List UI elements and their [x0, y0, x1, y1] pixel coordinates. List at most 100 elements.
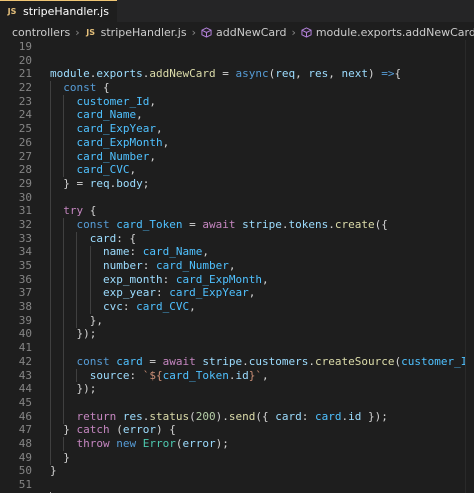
code-text: const { — [50, 81, 110, 95]
code-token: card_ExpYear — [76, 122, 156, 136]
line-number: 35 — [18, 259, 32, 272]
code-token: ({ — [255, 409, 276, 423]
code-line[interactable]: 30 — [0, 191, 474, 205]
code-line[interactable]: 23 customer_Id, — [0, 95, 474, 109]
code-line[interactable]: 49 } — [0, 451, 474, 465]
method-cube-icon — [301, 26, 312, 38]
code-line[interactable]: 44 }); — [0, 382, 474, 396]
code-token: = — [215, 67, 236, 81]
code-token: res — [122, 409, 143, 423]
code-token: ( — [109, 423, 123, 437]
code-line[interactable]: 33 card: { — [0, 232, 474, 246]
code-token: tokens — [288, 217, 329, 231]
breadcrumb-symbol-add-new-card[interactable]: addNewCard — [201, 26, 286, 39]
code-line[interactable]: 48 throw new Error(error); — [0, 437, 474, 451]
code-token: req — [275, 67, 296, 81]
code-token: : — [122, 300, 137, 314]
code-token: source — [89, 368, 130, 382]
line-number: 21 — [18, 67, 32, 81]
code-token: status — [149, 409, 190, 423]
indent-guide — [63, 94, 65, 177]
code-token: card_Name — [142, 245, 203, 259]
code-token: } — [50, 450, 70, 464]
code-token: customers — [248, 354, 309, 368]
code-token: , — [261, 368, 269, 382]
breadcrumb-folder-label: controllers — [12, 25, 71, 39]
code-token: ; — [142, 176, 150, 190]
code-token: { — [96, 81, 110, 95]
code-token: create — [334, 217, 375, 231]
breadcrumb-file[interactable]: JS stripeHandler.js — [85, 26, 186, 39]
code-token: card_Number — [155, 259, 229, 272]
line-number: 43 — [18, 368, 32, 382]
line-number: 44 — [18, 382, 32, 396]
line-number: 28 — [18, 163, 32, 177]
line-number: 27 — [18, 149, 32, 163]
indent-guide — [89, 245, 91, 314]
line-number: 34 — [18, 245, 32, 259]
chevron-right-icon: › — [191, 25, 196, 39]
code-token: res — [308, 67, 329, 81]
code-token: = — [182, 217, 203, 231]
vertical-scrollbar[interactable] — [465, 40, 474, 493]
line-number: 19 — [18, 40, 32, 53]
breadcrumb-symbol-label: addNewCard — [216, 25, 287, 39]
code-line[interactable]: 25 card_ExpYear, — [0, 122, 474, 136]
code-text: module.exports.addNewCard = async(req, r… — [50, 67, 401, 81]
code-line[interactable]: 46 return res.status(200).send({ card: c… — [0, 410, 474, 424]
code-token: exp_month — [102, 272, 163, 286]
line-number: 20 — [18, 53, 32, 67]
code-text: exp_year: card_ExpYear, — [50, 286, 255, 300]
code-line[interactable]: 32 const card_Token = await stripe.token… — [0, 218, 474, 232]
line-number: 31 — [18, 204, 32, 218]
code-token: , — [328, 67, 342, 81]
line-number: 40 — [18, 327, 32, 341]
code-line[interactable]: 34 name: card_Name, — [0, 245, 474, 259]
code-line[interactable]: 37 exp_year: card_ExpYear, — [0, 286, 474, 300]
tab-stripe-handler[interactable]: JS stripeHandler.js — [0, 0, 117, 22]
line-number: 51 — [18, 478, 32, 491]
code-token: req — [89, 176, 110, 190]
line-number: 39 — [18, 313, 32, 327]
code-line[interactable]: 50} — [0, 464, 474, 478]
code-line[interactable]: 38 cvc: card_CVC, — [0, 300, 474, 314]
code-token: catch — [76, 423, 110, 437]
code-line[interactable]: 24 card_Name, — [0, 108, 474, 122]
code-token: . — [308, 354, 315, 368]
code-line[interactable]: 41 — [0, 341, 474, 355]
code-token: card_Number — [76, 149, 150, 163]
code-line[interactable]: 22 const { — [0, 81, 474, 95]
breadcrumb-symbol-module-exports[interactable]: module.exports.addNewCard — [301, 26, 474, 39]
code-token: ({ — [374, 217, 388, 231]
line-number: 37 — [18, 286, 32, 300]
code-token: : — [155, 286, 170, 300]
code-line[interactable]: 45 — [0, 396, 474, 410]
code-line[interactable]: 39 }, — [0, 314, 474, 328]
code-line[interactable]: 29 } = req.body; — [0, 177, 474, 191]
code-token: id — [235, 368, 249, 382]
code-line[interactable]: 47 } catch (error) { — [0, 423, 474, 437]
code-token: addNewCard — [149, 67, 216, 81]
code-token: name — [102, 245, 130, 259]
code-token: , — [129, 163, 137, 177]
breadcrumb-folder[interactable]: controllers — [12, 26, 70, 39]
code-line[interactable]: 28 card_CVC, — [0, 163, 474, 177]
code-line[interactable]: 40 }); — [0, 327, 474, 341]
code-text: return res.status(200).send({ card: card… — [50, 410, 388, 424]
code-line[interactable]: 19 — [0, 40, 474, 54]
code-text: cvc: card_CVC, — [50, 300, 196, 314]
code-line[interactable]: 42 const card = await stripe.customers.c… — [0, 355, 474, 369]
code-line[interactable]: 21 module.exports.addNewCard = async(req,… — [0, 67, 474, 81]
code-line[interactable]: 20 — [0, 54, 474, 68]
code-line[interactable]: 26 card_ExpMonth, — [0, 136, 474, 150]
code-line[interactable]: 36 exp_month: card_ExpMonth, — [0, 273, 474, 287]
code-line[interactable]: 27 card_Number, — [0, 150, 474, 164]
code-line[interactable]: 31 try { — [0, 204, 474, 218]
code-line[interactable]: 35 number: card_Number, — [0, 259, 474, 273]
code-token: new — [116, 436, 137, 450]
code-line[interactable]: 43 source: `${card_Token.id}`, — [0, 369, 474, 383]
code-token: ) { — [156, 423, 176, 437]
code-editor[interactable]: 19 20 21 module.exports.addNewCard = async(… — [0, 40, 474, 493]
code-line[interactable]: 51 — [0, 478, 474, 492]
